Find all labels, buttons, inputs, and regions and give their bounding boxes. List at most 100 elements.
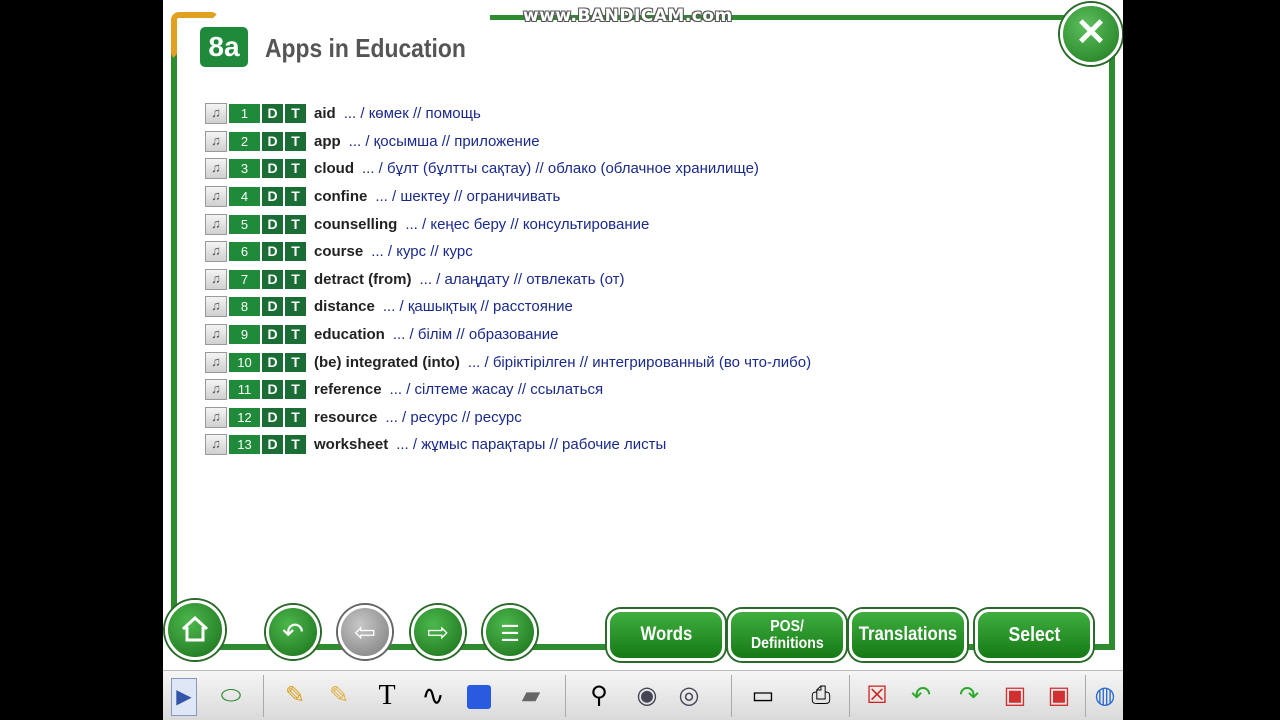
translation-button[interactable]: T [285, 407, 306, 427]
definition-button[interactable]: D [262, 352, 283, 372]
delete-button[interactable]: ☒ [861, 678, 893, 714]
shape-icon [467, 684, 491, 709]
zoom-tool-button[interactable]: ⚲ [583, 678, 615, 714]
definition-button[interactable]: D [262, 214, 283, 234]
word-list: ♫ 1 D Taid... / көмек // помощь ♫ 2 D Tapp... /… [205, 100, 1085, 459]
headphones-icon: ♫ [211, 436, 221, 452]
freehand-tool-button[interactable]: ∿ [417, 678, 449, 714]
pointer-tool-button[interactable]: ⬭ [215, 678, 247, 714]
translation-button[interactable]: T [285, 159, 306, 179]
play-audio-button[interactable]: ♫ [205, 434, 227, 456]
word-number: 6 [229, 242, 260, 262]
translation-button[interactable]: T [285, 214, 306, 234]
globe-button[interactable]: ◍ [1089, 678, 1121, 714]
close-button[interactable]: ✕ [1060, 3, 1122, 65]
blank-page-button[interactable]: ▭ [747, 678, 779, 714]
definition-button[interactable]: D [262, 242, 283, 262]
play-audio-button[interactable]: ♫ [205, 103, 227, 125]
undo-page-button[interactable]: ↶ [266, 605, 320, 659]
play-audio-button[interactable]: ♫ [205, 296, 227, 318]
vocab-word[interactable]: cloud [314, 160, 354, 177]
select-mode-label: Select [1008, 623, 1060, 646]
play-audio-button[interactable]: ♫ [205, 130, 227, 152]
translation-button[interactable]: T [285, 269, 306, 289]
word-translation: ... / курс // курс [371, 243, 473, 261]
eraser-tool-button[interactable]: ▰ [515, 678, 547, 714]
headphones-icon: ♫ [211, 408, 221, 424]
home-button[interactable] [165, 600, 225, 660]
definition-button[interactable]: D [262, 104, 283, 124]
translation-button[interactable]: T [285, 435, 306, 455]
definition-button[interactable]: D [262, 325, 283, 345]
headphones-icon: ♫ [211, 270, 221, 286]
vocab-word[interactable]: worksheet [314, 436, 388, 453]
definition-button[interactable]: D [262, 159, 283, 179]
translation-button[interactable]: T [285, 242, 306, 262]
clear-list-button[interactable]: ☰ [483, 605, 537, 659]
translation-button[interactable]: T [285, 104, 306, 124]
vocab-word[interactable]: app [314, 133, 341, 150]
reveal-tool-button[interactable]: ◉ [631, 678, 663, 714]
definition-button[interactable]: D [262, 269, 283, 289]
word-translation: ... / алаңдату // отвлекать (от) [419, 270, 625, 288]
definition-button[interactable]: D [262, 380, 283, 400]
unit-badge: 8a [200, 27, 248, 67]
save-button[interactable]: ▣ [999, 678, 1031, 714]
vocab-word[interactable]: counselling [314, 216, 397, 233]
vocab-word[interactable]: education [314, 326, 385, 343]
text-tool-button[interactable]: T [371, 678, 403, 714]
play-audio-button[interactable]: ♫ [205, 406, 227, 428]
translation-button[interactable]: T [285, 187, 306, 207]
word-number: 10 [229, 352, 260, 372]
list-item: ♫ 12 D Tresource ... / ресурс // ресурс [205, 404, 1085, 432]
play-audio-button[interactable]: ♫ [205, 379, 227, 401]
translation-button[interactable]: T [285, 352, 306, 372]
vocab-word[interactable]: course [314, 243, 363, 260]
vocab-word[interactable]: distance [314, 298, 375, 315]
translation-button[interactable]: T [285, 380, 306, 400]
play-audio-button[interactable]: ♫ [205, 268, 227, 290]
vocab-word[interactable]: confine [314, 188, 367, 205]
next-button[interactable]: ⇨ [411, 605, 465, 659]
play-audio-button[interactable]: ♫ [205, 324, 227, 346]
shape-tool-button[interactable] [463, 678, 495, 714]
vocab-word[interactable]: detract (from) [314, 271, 412, 288]
list-item: ♫ 7 D Tdetract (from) ... / алаңдату // отвл… [205, 266, 1085, 294]
definition-button[interactable]: D [262, 187, 283, 207]
translation-button[interactable]: T [285, 325, 306, 345]
translation-button[interactable]: T [285, 131, 306, 151]
bottom-toolbar: ▶ ⬭ ✎ ✎ T ∿ ▰ ⚲ ◉ ◎ ▭ ⎙ ☒ ↶ ↷ ▣ ▣ ◍ [163, 670, 1123, 720]
translations-mode-button[interactable]: Translations [849, 609, 967, 661]
print-button[interactable]: ⎙ [805, 678, 837, 714]
previous-button[interactable]: ⇦ [338, 605, 392, 659]
definition-button[interactable]: D [262, 297, 283, 317]
definition-button[interactable]: D [262, 131, 283, 151]
definition-button[interactable]: D [262, 407, 283, 427]
blank-page-icon: ▭ [751, 682, 775, 709]
pos-definitions-mode-button[interactable]: POS/ Definitions [728, 609, 846, 661]
save-as-button[interactable]: ▣ [1043, 678, 1075, 714]
definition-button[interactable]: D [262, 435, 283, 455]
vocab-word[interactable]: (be) integrated (into) [314, 354, 460, 371]
play-audio-button[interactable]: ♫ [205, 241, 227, 263]
list-item: ♫ 5 D Tcounselling ... / кеңес беру // консу… [205, 210, 1085, 238]
play-audio-button[interactable]: ♫ [205, 213, 227, 235]
play-audio-button[interactable]: ♫ [205, 351, 227, 373]
play-audio-button[interactable]: ♫ [205, 158, 227, 180]
select-mode-button[interactable]: Select [975, 609, 1093, 661]
pencil-tool-button[interactable]: ✎ [279, 678, 311, 714]
translation-button[interactable]: T [285, 297, 306, 317]
page-title: Apps in Education [265, 33, 466, 63]
expand-toolbar-button[interactable]: ▶ [171, 678, 197, 716]
play-audio-button[interactable]: ♫ [205, 186, 227, 208]
words-mode-button[interactable]: Words [607, 609, 725, 661]
hide-tool-button[interactable]: ◎ [673, 678, 705, 714]
vocab-word[interactable]: resource [314, 409, 377, 426]
vocab-word[interactable]: reference [314, 381, 382, 398]
highlighter-tool-button[interactable]: ✎ [323, 678, 355, 714]
undo-button[interactable]: ↶ [905, 678, 937, 714]
word-translation: ... / ресурс // ресурс [385, 408, 522, 426]
redo-button[interactable]: ↷ [953, 678, 985, 714]
word-translation: ... / біріктірілген // интегрированный (… [467, 353, 812, 371]
vocab-word[interactable]: aid [314, 105, 336, 122]
